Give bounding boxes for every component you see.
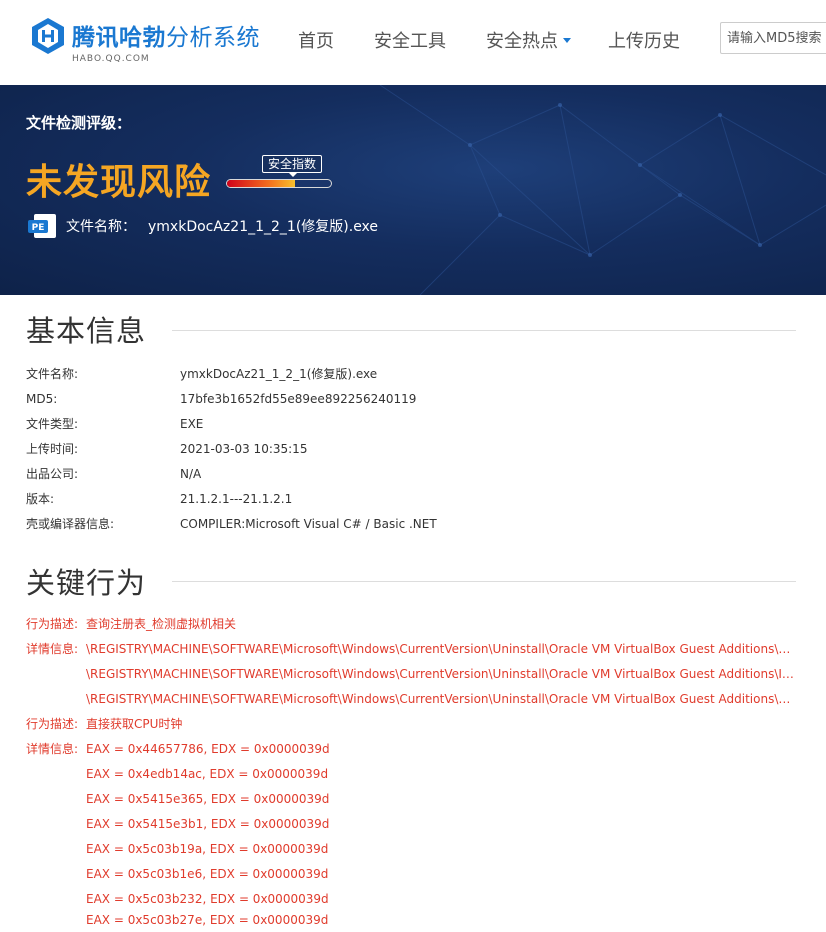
nav-home[interactable]: 首页 <box>298 30 334 54</box>
behavior-row: EAX = 0x5415e365, EDX = 0x0000039d <box>26 789 796 809</box>
pe-file-icon-text: PE <box>32 223 45 233</box>
info-key: 壳或编译器信息: <box>26 517 115 531</box>
behavior-value: 直接获取CPU时钟 <box>86 717 183 731</box>
behavior-row: EAX = 0x5c03b27e, EDX = 0x0000039d <box>26 910 796 930</box>
info-row-md5: MD5: 17bfe3b1652fd55e89ee892256240119 <box>26 389 806 409</box>
basic-info-divider <box>172 330 796 331</box>
behavior-value: \REGISTRY\MACHINE\SOFTWARE\Microsoft\Win… <box>86 667 794 681</box>
behavior-value: EAX = 0x4edb14ac, EDX = 0x0000039d <box>86 767 329 781</box>
logo-title-sub: 分析系统 <box>166 25 260 51</box>
info-value: 21.1.2.1---21.1.2.1 <box>180 492 293 506</box>
behavior-row: 详情信息: \REGISTRY\MACHINE\SOFTWARE\Microsof… <box>26 639 796 659</box>
safety-index-bar <box>226 179 332 188</box>
info-key: 文件名称: <box>26 367 79 381</box>
behavior-row: \REGISTRY\MACHINE\SOFTWARE\Microsoft\Win… <box>26 664 796 684</box>
banner-file-name-label: 文件名称： <box>66 219 136 235</box>
behavior-value: EAX = 0x5c03b19a, EDX = 0x0000039d <box>86 842 329 856</box>
behavior-row: EAX = 0x5c03b232, EDX = 0x0000039d <box>26 889 796 909</box>
info-key: 版本: <box>26 492 55 506</box>
nav-security-hotspots-label: 安全热点 <box>486 31 558 52</box>
info-row-version: 版本: 21.1.2.1---21.1.2.1 <box>26 489 806 509</box>
nav-security-hotspots[interactable]: 安全热点 <box>486 30 571 54</box>
behavior-row: 详情信息: EAX = 0x44657786, EDX = 0x0000039d <box>26 739 796 759</box>
basic-info-title: 基本信息 <box>26 314 147 348</box>
behavior-row: EAX = 0x5c03b19a, EDX = 0x0000039d <box>26 839 796 859</box>
info-row-file-name: 文件名称: ymxkDocAz21_1_2_1(修复版).exe <box>26 364 806 384</box>
info-value: N/A <box>180 467 202 481</box>
behavior-row: 行为描述: 直接获取CPU时钟 <box>26 714 796 734</box>
safety-index-fill <box>227 180 295 187</box>
behavior-key: 详情信息: <box>26 742 79 756</box>
logo-title-main: 腾讯哈勃 <box>72 25 166 51</box>
banner-file-name: 文件名称： ymxkDocAz21_1_2_1(修复版).exe <box>66 216 378 236</box>
behavior-row: EAX = 0x4edb14ac, EDX = 0x0000039d <box>26 764 796 784</box>
nav-upload-history-label: 上传历史 <box>608 31 680 52</box>
nav-home-label: 首页 <box>298 31 334 52</box>
info-key: 上传时间: <box>26 442 79 456</box>
banner-file-name-value: ymxkDocAz21_1_2_1(修复版).exe <box>148 219 379 235</box>
nav-upload-history[interactable]: 上传历史 <box>608 30 680 54</box>
key-behaviors-divider <box>172 581 796 582</box>
behavior-key: 行为描述: <box>26 717 79 731</box>
md5-search-input[interactable] <box>720 22 826 54</box>
behavior-row: \REGISTRY\MACHINE\SOFTWARE\Microsoft\Win… <box>26 689 796 709</box>
site-logo[interactable]: 腾讯哈勃分析系统 HABO.QQ.COM <box>28 16 268 68</box>
behavior-row: EAX = 0x5415e3b1, EDX = 0x0000039d <box>26 814 796 834</box>
behavior-value: EAX = 0x5c03b1e6, EDX = 0x0000039d <box>86 867 329 881</box>
behavior-value: EAX = 0x5415e3b1, EDX = 0x0000039d <box>86 817 330 831</box>
info-value: 2021-03-03 10:35:15 <box>180 442 308 456</box>
info-row-file-type: 文件类型: EXE <box>26 414 806 434</box>
logo-title: 腾讯哈勃分析系统 <box>72 24 260 52</box>
result-banner: 文件检测评级： 未发现风险 安全指数 PE 文件名称： ymxkDocAz21_1… <box>0 85 826 295</box>
behavior-value: EAX = 0x44657786, EDX = 0x0000039d <box>86 742 330 756</box>
info-row-compiler: 壳或编译器信息: COMPILER:Microsoft Visual C# / B… <box>26 514 806 534</box>
info-key: MD5: <box>26 392 58 406</box>
info-key: 文件类型: <box>26 417 79 431</box>
behavior-key: 行为描述: <box>26 617 79 631</box>
info-row-company: 出品公司: N/A <box>26 464 806 484</box>
behavior-row: 行为描述: 查询注册表_检测虚拟机相关 <box>26 614 796 634</box>
behavior-value: \REGISTRY\MACHINE\SOFTWARE\Microsoft\Win… <box>86 692 794 706</box>
behavior-value: \REGISTRY\MACHINE\SOFTWARE\Microsoft\Win… <box>86 642 794 656</box>
habo-logo-icon <box>32 18 64 54</box>
info-value: ymxkDocAz21_1_2_1(修复版).exe <box>180 367 378 381</box>
site-header: 腾讯哈勃分析系统 HABO.QQ.COM 首页 安全工具 安全热点 上传历史 <box>0 0 826 85</box>
detection-rating-label: 文件检测评级： <box>26 114 132 132</box>
info-key: 出品公司: <box>26 467 79 481</box>
behavior-key: 详情信息: <box>26 642 79 656</box>
nav-security-tools-label: 安全工具 <box>374 31 446 52</box>
info-value: COMPILER:Microsoft Visual C# / Basic .NE… <box>180 517 437 531</box>
info-value: EXE <box>180 417 204 431</box>
safety-index-tag: 安全指数 <box>262 155 323 177</box>
logo-domain: HABO.QQ.COM <box>72 54 150 64</box>
behavior-value: EAX = 0x5415e365, EDX = 0x0000039d <box>86 792 330 806</box>
info-row-upload-time: 上传时间: 2021-03-03 10:35:15 <box>26 439 806 459</box>
nav-security-tools[interactable]: 安全工具 <box>374 30 446 54</box>
pe-file-icon: PE <box>28 214 56 238</box>
behavior-value: 查询注册表_检测虚拟机相关 <box>86 617 237 631</box>
behavior-value: EAX = 0x5c03b232, EDX = 0x0000039d <box>86 892 329 906</box>
behavior-row: EAX = 0x5c03b1e6, EDX = 0x0000039d <box>26 864 796 884</box>
chevron-down-icon <box>563 38 571 43</box>
key-behaviors-title: 关键行为 <box>26 566 147 600</box>
behavior-value: EAX = 0x5c03b27e, EDX = 0x0000039d <box>86 913 329 927</box>
risk-result: 未发现风险 <box>26 162 212 203</box>
info-value: 17bfe3b1652fd55e89ee892256240119 <box>180 392 417 406</box>
